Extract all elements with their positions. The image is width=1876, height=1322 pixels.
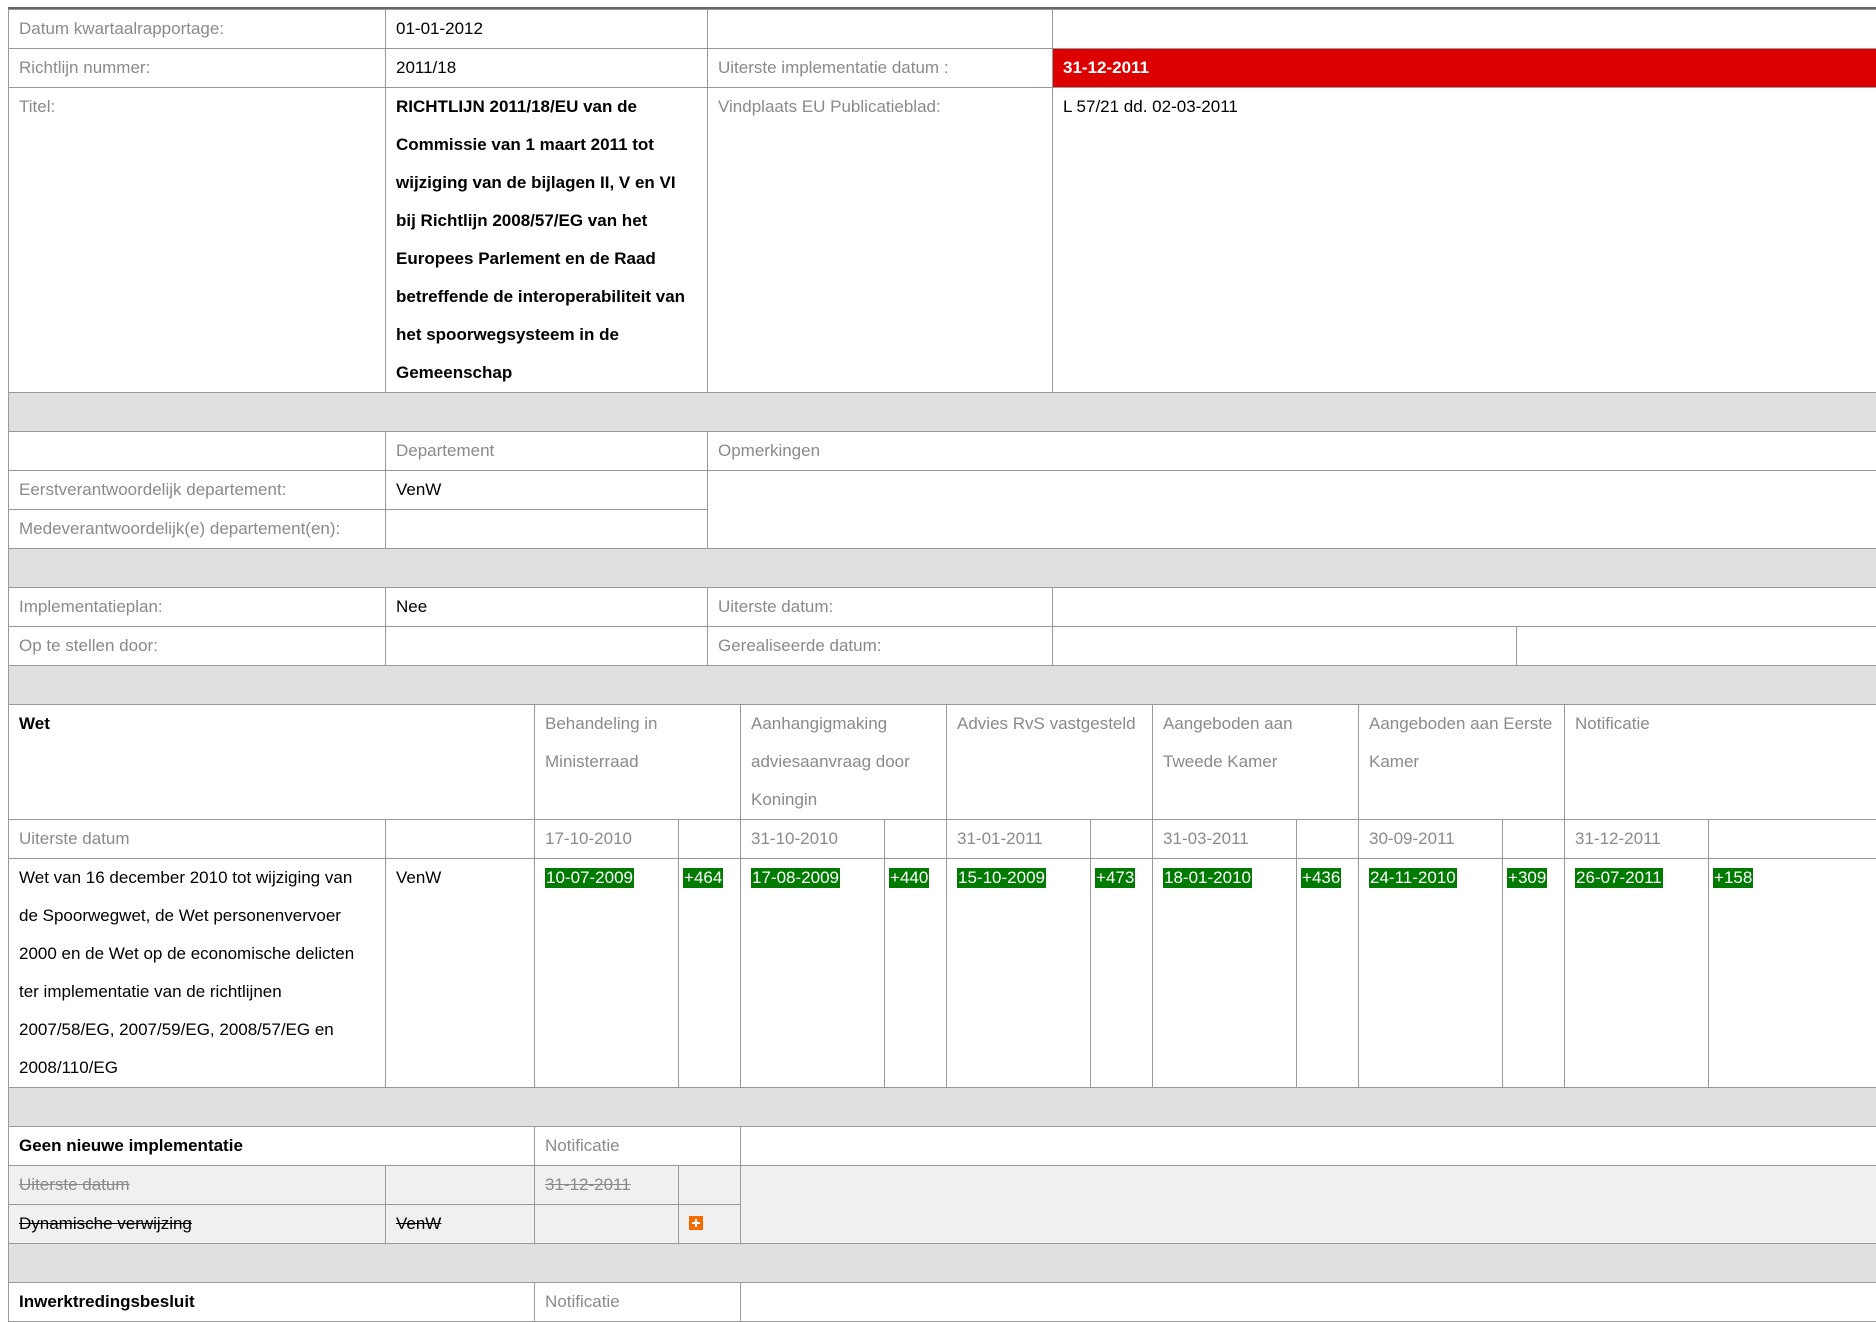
empty-cell — [1091, 820, 1153, 859]
plan-table: Implementatieplan: Nee Uiterste datum: O… — [8, 587, 1876, 705]
section-separator — [9, 549, 1876, 588]
wet-table: Wet Behandeling in Ministerraad Aanhangi… — [8, 704, 1876, 1127]
actual-date-badge: 15-10-2009 — [957, 868, 1046, 888]
empty-cell — [741, 1283, 1876, 1322]
section-separator — [9, 666, 1876, 705]
col-opmerkingen: Opmerkingen — [708, 432, 1876, 471]
department-table: Departement Opmerkingen Eerstverantwoord… — [8, 431, 1876, 588]
vindplaats-label: Vindplaats EU Publicatieblad: — [708, 88, 1053, 393]
uiterste-impl-value: 31-12-2011 — [1053, 49, 1876, 88]
deadline-date: 30-09-2011 — [1359, 820, 1503, 859]
empty-cell — [741, 1166, 1876, 1244]
delta-badge: +309 — [1507, 868, 1547, 888]
section-separator — [9, 393, 1876, 432]
empty-cell — [679, 1166, 741, 1205]
wet-heading: Wet — [9, 705, 535, 820]
empty-cell — [386, 1166, 535, 1205]
empty-cell — [679, 820, 741, 859]
report-frame: Datum kwartaalrapportage: 01-01-2012 Ric… — [8, 7, 1876, 1322]
col-ministerraad: Behandeling in Ministerraad — [535, 705, 741, 820]
wet-row-dept: VenW — [386, 859, 535, 1088]
gereal-label: Gerealiseerde datum: — [708, 627, 1053, 666]
empty-cell — [386, 820, 535, 859]
col-tweede-kamer: Aangeboden aan Tweede Kamer — [1153, 705, 1359, 820]
uiterste-value — [1053, 588, 1876, 627]
richtlijn-label: Richtlijn nummer: — [9, 49, 386, 88]
col-rvs: Advies RvS vastgesteld — [947, 705, 1153, 820]
dyn-label: Dynamische verwijzing — [9, 1205, 386, 1244]
delta-badge: +473 — [1095, 868, 1135, 888]
empty-cell — [1053, 10, 1876, 49]
col-notificatie: Notificatie — [535, 1283, 741, 1322]
col-eerste-kamer: Aangeboden aan Eerste Kamer — [1359, 705, 1565, 820]
wet-row-title: Wet van 16 december 2010 tot wijziging v… — [9, 859, 386, 1088]
datum-value: 01-01-2012 — [386, 10, 708, 49]
geen-table: Geen nieuwe implementatie Notificatie Ui… — [8, 1126, 1876, 1283]
deadline-date: 17-10-2010 — [535, 820, 679, 859]
add-status-icon[interactable] — [689, 1216, 703, 1230]
actual-date-badge: 18-01-2010 — [1163, 868, 1252, 888]
section-separator — [9, 1088, 1876, 1127]
mede-value — [386, 510, 708, 549]
vindplaats-value: L 57/21 dd. 02-03-2011 — [1053, 88, 1876, 393]
deadline-date: 31-01-2011 — [947, 820, 1091, 859]
empty-cell — [708, 10, 1053, 49]
deadline-date: 31-03-2011 — [1153, 820, 1297, 859]
directive-info-table: Datum kwartaalrapportage: 01-01-2012 Ric… — [8, 9, 1876, 432]
geen-uiterste-label: Uiterste datum — [9, 1166, 386, 1205]
col-koningin: Aanhangigmaking adviesaanvraag door Koni… — [741, 705, 947, 820]
actual-date-badge: 26-07-2011 — [1575, 868, 1663, 888]
op-value — [386, 627, 708, 666]
uiterste-datum-label: Uiterste datum — [9, 820, 386, 859]
empty-cell — [1517, 627, 1876, 666]
actual-date-badge: 10-07-2009 — [545, 868, 634, 888]
empty-cell — [885, 820, 947, 859]
col-notificatie: Notificatie — [1565, 705, 1876, 820]
delta-badge: +436 — [1301, 868, 1341, 888]
empty-cell — [1503, 820, 1565, 859]
col-departement: Departement — [386, 432, 708, 471]
richtlijn-value: 2011/18 — [386, 49, 708, 88]
actual-date-badge: 24-11-2010 — [1369, 868, 1457, 888]
dyn-dept: VenW — [386, 1205, 535, 1244]
delta-badge: +464 — [683, 868, 723, 888]
impl-value: Nee — [386, 588, 708, 627]
actual-date-badge: 17-08-2009 — [751, 868, 840, 888]
inwerk-table: Inwerktredingsbesluit Notificatie — [8, 1282, 1876, 1322]
opmerkingen-cell — [708, 471, 1876, 549]
geen-heading: Geen nieuwe implementatie — [9, 1127, 535, 1166]
titel-label: Titel: — [9, 88, 386, 393]
col-notificatie: Notificatie — [535, 1127, 741, 1166]
uiterste-impl-label: Uiterste implementatie datum : — [708, 49, 1053, 88]
impl-label: Implementatieplan: — [9, 588, 386, 627]
eerst-label: Eerstverantwoordelijk departement: — [9, 471, 386, 510]
empty-cell — [1297, 820, 1359, 859]
empty-cell — [741, 1127, 1876, 1166]
empty-cell — [535, 1205, 679, 1244]
delta-badge: +158 — [1713, 868, 1753, 888]
gereal-value — [1053, 627, 1517, 666]
deadline-date: 31-12-2011 — [1565, 820, 1709, 859]
empty-cell — [1709, 820, 1876, 859]
empty-cell — [9, 432, 386, 471]
titel-value: RICHTLIJN 2011/18/EU van de Commissie va… — [386, 88, 708, 393]
datum-label: Datum kwartaalrapportage: — [9, 10, 386, 49]
uiterste-label: Uiterste datum: — [708, 588, 1053, 627]
mede-label: Medeverantwoordelijk(e) departement(en): — [9, 510, 386, 549]
deadline-date: 31-10-2010 — [741, 820, 885, 859]
section-separator — [9, 1244, 1876, 1283]
eerst-value: VenW — [386, 471, 708, 510]
inwerk-heading: Inwerktredingsbesluit — [9, 1283, 535, 1322]
geen-uiterste-value: 31-12-2011 — [535, 1166, 679, 1205]
status-cell — [679, 1205, 741, 1244]
op-label: Op te stellen door: — [9, 627, 386, 666]
table-row: Wet van 16 december 2010 tot wijziging v… — [9, 859, 1876, 1088]
delta-badge: +440 — [889, 868, 929, 888]
